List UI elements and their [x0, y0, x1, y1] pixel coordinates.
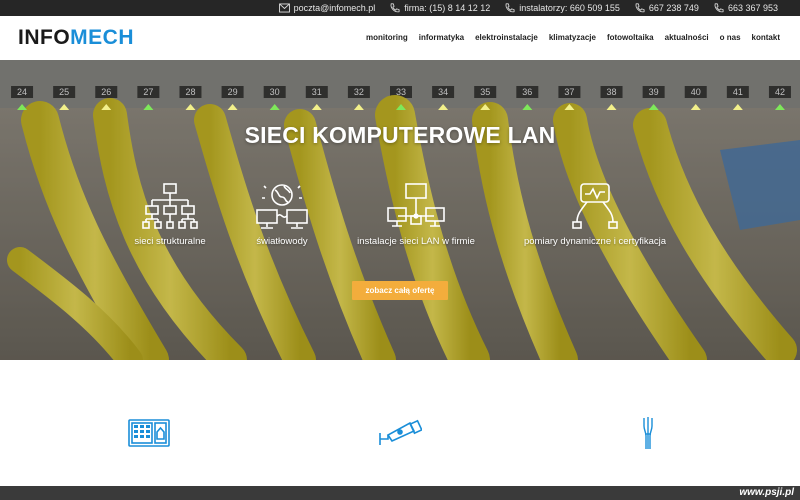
logo-part-info: INFO	[18, 26, 71, 49]
feature-lan-installation[interactable]: instalacje sieci LAN w firmie	[316, 182, 516, 247]
nav-item-fotowoltaika[interactable]: fotowoltaika	[607, 33, 654, 42]
nav-item-kontakt[interactable]: kontakt	[752, 33, 780, 42]
email-contact[interactable]: poczta@infomech.pl	[278, 3, 376, 13]
top-contact-bar: poczta@infomech.pl firma: (15) 8 14 12 1…	[0, 0, 800, 16]
cable-wires-icon[interactable]	[640, 416, 656, 450]
fiber-globe-icon	[256, 184, 308, 229]
feature-label: instalacje sieci LAN w firmie	[357, 236, 475, 247]
logo-part-mech: MECH	[70, 26, 135, 49]
phone-3-text: 663 367 953	[727, 3, 778, 13]
phone-icon	[635, 3, 645, 13]
nav-item-aktualnosci[interactable]: aktualności	[665, 33, 709, 42]
nav-item-elektroinstalacje[interactable]: elektroinstalacje	[475, 33, 538, 42]
cctv-camera-icon[interactable]	[378, 419, 422, 447]
site-logo[interactable]: INFOMECH	[18, 26, 134, 50]
intercom-panel-icon[interactable]	[128, 419, 170, 447]
watermark-text: www.psji.pl	[739, 487, 794, 498]
installers-text: instalatorzy: 660 509 155	[519, 3, 620, 13]
phone-contact-2[interactable]: 667 238 749	[634, 3, 699, 13]
phone-icon	[714, 3, 724, 13]
main-nav: monitoring informatyka elektroinstalacje…	[366, 33, 780, 42]
envelope-icon	[278, 3, 290, 13]
nav-item-monitoring[interactable]: monitoring	[366, 33, 408, 42]
hero-banner: 24 25 26 27 28 29 30 31 32 33 34 35 36 37 38 39 40 41 42 S…	[0, 60, 800, 360]
firma-phone[interactable]: firma: (15) 8 14 12 12	[389, 3, 490, 13]
cable-tester-icon	[572, 183, 618, 229]
firma-text: firma: (15) 8 14 12 12	[404, 3, 491, 13]
phone-icon	[390, 3, 400, 13]
feature-label: pomiary dynamiczne i certyfikacja	[523, 236, 667, 247]
phone-icon	[505, 3, 515, 13]
phone-2-text: 667 238 749	[648, 3, 699, 13]
hero-title: SIECI KOMPUTEROWE LAN	[244, 122, 556, 148]
lan-computers-icon	[387, 183, 445, 227]
installers-phone[interactable]: instalatorzy: 660 509 155	[504, 3, 620, 13]
see-full-offer-button[interactable]: zobacz całą ofertę	[352, 281, 448, 300]
phone-contact-3[interactable]: 663 367 953	[713, 3, 778, 13]
feature-certification[interactable]: pomiary dynamiczne i certyfikacja	[495, 182, 695, 247]
nav-item-informatyka[interactable]: informatyka	[419, 33, 464, 42]
site-header: INFOMECH monitoring informatyka elektroi…	[0, 16, 800, 60]
footer-bar: www.psji.pl	[0, 486, 800, 500]
email-text: poczta@infomech.pl	[293, 3, 376, 13]
nav-item-klimatyzacje[interactable]: klimatyzacje	[549, 33, 596, 42]
nav-item-o-nas[interactable]: o nas	[720, 33, 741, 42]
